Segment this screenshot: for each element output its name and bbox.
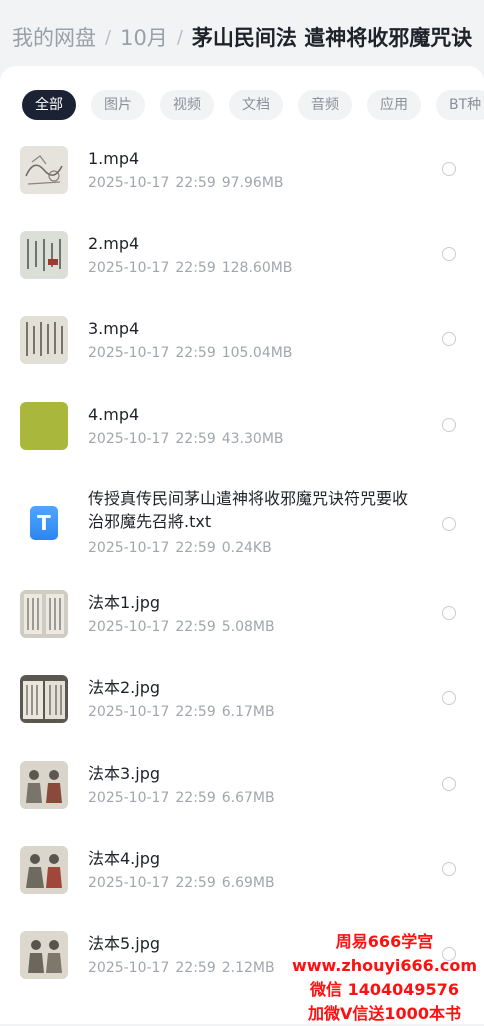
select-radio[interactable]	[442, 332, 456, 346]
tab-bt[interactable]: BT种	[436, 90, 484, 120]
select-radio[interactable]	[442, 777, 456, 791]
txt-file-icon: T	[30, 506, 58, 540]
file-meta: 2025-10-17 22:59 6.69MB	[88, 875, 275, 891]
tab-videos[interactable]: 视频	[160, 90, 214, 120]
breadcrumb-current: 茅山民间法 遣神将收邪魔咒诀	[191, 26, 473, 50]
image-thumbnail-icon	[20, 761, 68, 809]
image-thumbnail-icon	[20, 590, 68, 638]
tab-documents[interactable]: 文档	[229, 90, 283, 120]
watermark-line: 加微V信送1000本书	[308, 1004, 461, 1023]
file-name: 3.mp4	[88, 319, 140, 338]
select-radio[interactable]	[442, 862, 456, 876]
video-thumbnail-icon	[20, 146, 68, 194]
file-meta: 2025-10-17 22:59 6.17MB	[88, 704, 275, 720]
file-meta: 2025-10-17 22:59 105.04MB	[88, 345, 293, 361]
tab-apps[interactable]: 应用	[367, 90, 421, 120]
select-radio[interactable]	[442, 418, 456, 432]
file-meta: 2025-10-17 22:59 97.96MB	[88, 175, 284, 191]
select-radio[interactable]	[442, 517, 456, 531]
file-name: 法本1.jpg	[88, 593, 161, 612]
breadcrumb: 我的网盘 / 10月 / 茅山民间法 遣神将收邪魔咒诀	[12, 22, 484, 54]
image-thumbnail-icon	[20, 675, 68, 723]
image-thumbnail-icon	[20, 846, 68, 894]
file-meta: 2025-10-17 22:59 0.24KB	[88, 540, 272, 556]
watermark: 周易666学宫 www.zhouyi666.com 微信 1404049576 …	[285, 930, 484, 1026]
file-name: 法本2.jpg	[88, 678, 161, 697]
file-name: 法本3.jpg	[88, 764, 161, 783]
tab-audio[interactable]: 音频	[298, 90, 352, 120]
select-radio[interactable]	[442, 247, 456, 261]
select-radio[interactable]	[442, 606, 456, 620]
file-name: 法本4.jpg	[88, 849, 161, 868]
video-thumbnail-icon	[20, 316, 68, 364]
file-meta: 2025-10-17 22:59 2.12MB	[88, 960, 275, 976]
watermark-line: 微信 1404049576	[310, 980, 459, 999]
file-name: 2.mp4	[88, 234, 140, 253]
file-name: 4.mp4	[88, 405, 140, 424]
breadcrumb-root[interactable]: 我的网盘	[12, 22, 96, 54]
breadcrumb-separator: /	[176, 27, 183, 48]
watermark-line: 周易666学宫	[335, 932, 434, 951]
video-thumbnail-icon	[20, 231, 68, 279]
file-meta: 2025-10-17 22:59 128.60MB	[88, 260, 293, 276]
select-radio[interactable]	[442, 691, 456, 705]
breadcrumb-separator: /	[105, 27, 112, 48]
breadcrumb-folder[interactable]: 10月	[120, 22, 168, 54]
watermark-line: www.zhouyi666.com	[291, 956, 478, 975]
filter-tabs: 全部 图片 视频 文档 音频 应用 BT种	[22, 90, 484, 120]
tab-all[interactable]: 全部	[22, 90, 76, 120]
file-name: 1.mp4	[88, 149, 140, 168]
file-name: 传授真传民间茅山遣神将收邪魔咒诀符咒要收治邪魔先召將.txt	[88, 489, 409, 531]
file-meta: 2025-10-17 22:59 43.30MB	[88, 431, 284, 447]
video-thumbnail-icon	[20, 402, 68, 450]
image-thumbnail-icon	[20, 931, 68, 979]
tab-images[interactable]: 图片	[91, 90, 145, 120]
file-meta: 2025-10-17 22:59 5.08MB	[88, 619, 275, 635]
select-radio[interactable]	[442, 162, 456, 176]
file-meta: 2025-10-17 22:59 6.67MB	[88, 790, 275, 806]
